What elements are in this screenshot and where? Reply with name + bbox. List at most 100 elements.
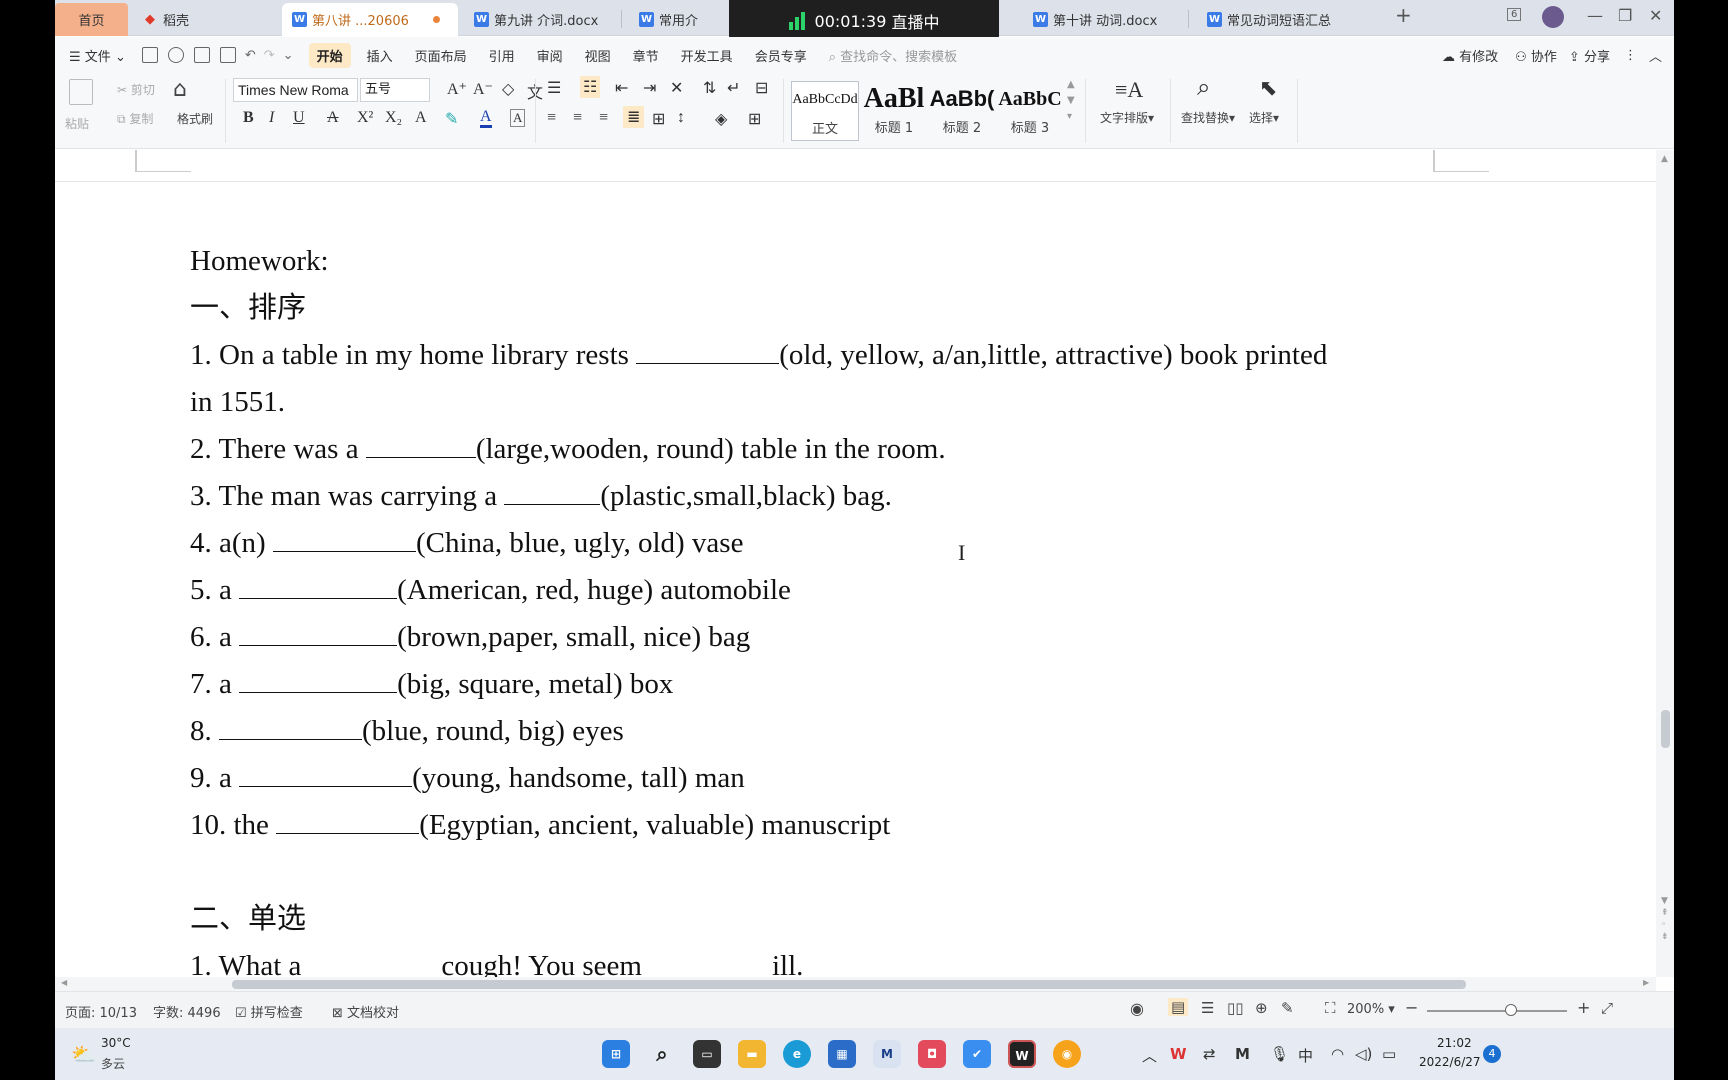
menu-item-view[interactable]: 视图 bbox=[585, 46, 611, 65]
file-menu[interactable]: ☰ 文件 ⌄ bbox=[69, 46, 126, 65]
write-mode-icon[interactable]: ✎ bbox=[1281, 999, 1294, 1017]
print-icon[interactable] bbox=[193, 47, 210, 63]
zoom-out-icon[interactable]: − bbox=[1405, 998, 1418, 1017]
web-view-icon[interactable]: ⊕ bbox=[1255, 999, 1268, 1017]
scroll-right-icon[interactable]: ▶ bbox=[1643, 978, 1649, 987]
clock-date[interactable]: 2022/6/27 bbox=[1419, 1055, 1481, 1069]
text-effect-icon[interactable]: A bbox=[415, 109, 427, 127]
answer-blank[interactable] bbox=[239, 761, 413, 787]
tab-daoke[interactable]: ◆ 稻壳 bbox=[135, 3, 275, 36]
save-icon[interactable] bbox=[141, 47, 158, 63]
redo-icon[interactable]: ↷ bbox=[264, 48, 275, 63]
zoom-in-icon[interactable]: + bbox=[1577, 998, 1590, 1017]
zoom-slider-track[interactable] bbox=[1427, 1010, 1567, 1012]
start-menu-icon[interactable]: ⊞ bbox=[602, 1040, 630, 1068]
tab-lesson10[interactable]: W 第十讲 动词.docx bbox=[1023, 3, 1183, 36]
collaborate-button[interactable]: ⚇ 协作 bbox=[1515, 46, 1557, 65]
paste-icon[interactable] bbox=[69, 79, 93, 105]
weather-desc[interactable]: 多云 bbox=[101, 1055, 125, 1072]
tab-verb-phrases[interactable]: W 常见动词短语汇总 bbox=[1197, 3, 1357, 36]
page-view-icon[interactable]: ▤ bbox=[1168, 998, 1189, 1016]
collapse-ribbon-icon[interactable]: ︿ bbox=[1649, 46, 1662, 65]
scroll-up-icon[interactable]: ▲ bbox=[1661, 154, 1668, 164]
input-method-indicator[interactable]: 中 bbox=[1298, 1045, 1313, 1066]
microphone-icon[interactable]: 🎙 bbox=[1270, 1045, 1289, 1063]
paragraph-mark-icon[interactable]: ↵ bbox=[727, 78, 740, 98]
font-name-select[interactable]: Times New Roma bbox=[233, 78, 358, 102]
horizontal-scrollbar[interactable]: ◀ ▶ bbox=[55, 977, 1656, 991]
highlight-icon[interactable]: ✎ bbox=[445, 109, 458, 129]
paste-button[interactable]: 粘贴 bbox=[65, 115, 89, 132]
search-icon[interactable]: ⌕ bbox=[648, 1040, 676, 1068]
line-spacing-icon[interactable]: ↕ bbox=[677, 109, 685, 127]
customize-toolbar-icon[interactable]: ⌄ bbox=[283, 48, 294, 63]
style-heading-2[interactable]: AaBb(标题 2 bbox=[929, 81, 995, 141]
page-nav-icons[interactable]: ▼ ⇞ ◦ ⇟ bbox=[1661, 895, 1669, 943]
tab-common-prep[interactable]: W 常用介 bbox=[629, 3, 719, 36]
fullscreen-icon[interactable]: ⤢ bbox=[1601, 999, 1613, 1017]
outline-view-icon[interactable]: ☰ bbox=[1201, 999, 1214, 1017]
menu-item-insert[interactable]: 插入 bbox=[367, 46, 393, 65]
shading-icon[interactable]: ◈ bbox=[715, 109, 727, 129]
app-orange-icon[interactable]: ◉ bbox=[1053, 1040, 1081, 1068]
numbered-list-icon[interactable]: ☷ bbox=[580, 76, 601, 98]
volume-icon[interactable]: ◁) bbox=[1355, 1045, 1372, 1063]
file-explorer-icon[interactable]: ▬ bbox=[738, 1040, 766, 1068]
app-m-icon[interactable]: M bbox=[873, 1040, 901, 1068]
menu-item-section[interactable]: 章节 bbox=[633, 46, 659, 65]
document-canvas[interactable]: Homework: 一、排序 1. On a table in my home … bbox=[55, 150, 1656, 977]
share-button[interactable]: ⇪ 分享 bbox=[1569, 46, 1610, 65]
battery-icon[interactable]: ▭ bbox=[1382, 1045, 1396, 1063]
eye-protection-icon[interactable]: ◉ bbox=[1130, 999, 1144, 1018]
weather-temp[interactable]: 30°C bbox=[101, 1036, 131, 1050]
style-normal[interactable]: AaBbCcDd 正文 bbox=[791, 81, 859, 141]
app-store-huawei-icon[interactable]: ◘ bbox=[918, 1040, 946, 1068]
new-tab-button[interactable]: + bbox=[1395, 3, 1412, 27]
bold-icon[interactable]: B bbox=[243, 109, 254, 127]
answer-blank[interactable] bbox=[272, 526, 416, 552]
borders-icon[interactable]: ⊞ bbox=[748, 109, 761, 129]
italic-icon[interactable]: I bbox=[269, 109, 274, 127]
user-avatar[interactable] bbox=[1542, 6, 1564, 28]
select-button[interactable]: 选择▾ bbox=[1249, 109, 1279, 126]
menu-item-references[interactable]: 引用 bbox=[489, 46, 515, 65]
zoom-level[interactable]: 200% ▾ bbox=[1347, 1002, 1395, 1017]
command-search[interactable]: ⌕ 查找命令、搜索模板 bbox=[829, 46, 957, 65]
edge-browser-icon[interactable]: e bbox=[783, 1040, 811, 1068]
underline-icon[interactable]: U bbox=[293, 109, 305, 127]
answer-blank[interactable] bbox=[239, 573, 398, 599]
cut-button[interactable]: ✂ 剪切 bbox=[117, 81, 155, 98]
vertical-scroll-thumb[interactable] bbox=[1661, 710, 1670, 748]
bullet-list-icon[interactable]: ☰ bbox=[547, 78, 561, 98]
answer-blank[interactable] bbox=[636, 338, 780, 364]
char-border-icon[interactable]: A bbox=[510, 109, 526, 127]
undo-icon[interactable]: ↶ bbox=[245, 48, 256, 63]
copy-button[interactable]: ⧉ 复制 bbox=[117, 110, 153, 127]
store-icon[interactable]: ▦ bbox=[828, 1040, 856, 1068]
answer-blank[interactable] bbox=[239, 620, 398, 646]
spell-check-button[interactable]: ☑ 拼写检查 bbox=[235, 1002, 303, 1021]
wps-writer-icon[interactable]: W bbox=[1008, 1040, 1036, 1068]
export-icon[interactable] bbox=[167, 47, 184, 63]
window-count-badge[interactable]: 6 bbox=[1507, 8, 1522, 21]
todo-icon[interactable]: ✔ bbox=[963, 1040, 991, 1068]
subscript-icon[interactable]: X₂ bbox=[385, 109, 402, 127]
fit-page-icon[interactable]: ⛶ bbox=[1325, 999, 1336, 1017]
print-preview-icon[interactable] bbox=[219, 47, 236, 63]
increase-indent-icon[interactable]: ⇥ bbox=[643, 78, 656, 98]
strikethrough-icon[interactable]: A bbox=[327, 109, 339, 127]
sort-icon[interactable]: ⇅ bbox=[703, 78, 716, 98]
justify-icon[interactable]: ≣ bbox=[623, 106, 645, 128]
tab-active-document[interactable]: W 第八讲 ...20606 bbox=[282, 3, 458, 36]
weather-icon[interactable]: ⛅ bbox=[71, 1042, 96, 1066]
meeting-tray-icon[interactable]: M bbox=[1235, 1045, 1250, 1063]
modified-status[interactable]: ☁ 有修改 bbox=[1442, 46, 1498, 65]
font-size-select[interactable]: 五号 bbox=[360, 78, 430, 102]
tab-lesson9[interactable]: W 第九讲 介词.docx bbox=[464, 3, 616, 36]
align-right-icon[interactable]: ≡ bbox=[599, 109, 608, 127]
styles-scroll-icon[interactable]: ▲ ▼ ▾ bbox=[1067, 77, 1075, 125]
restore-icon[interactable]: ❐ bbox=[1618, 6, 1632, 25]
minimize-icon[interactable]: — bbox=[1587, 6, 1603, 25]
grow-font-icon[interactable]: A⁺ bbox=[447, 79, 467, 99]
font-color-icon[interactable]: A bbox=[480, 109, 492, 128]
